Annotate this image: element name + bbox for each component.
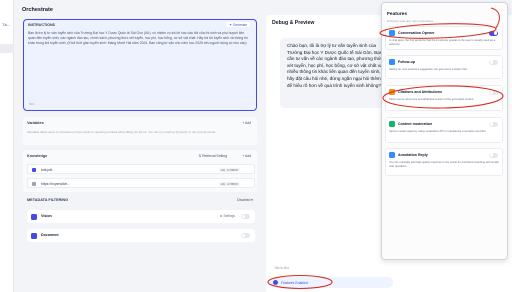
feature-card-annotation-reply[interactable]: Annotation Reply You can manually add hi… [385,148,503,176]
conversation-opener-toggle[interactable] [489,30,498,36]
variables-label: Variables [27,121,44,125]
feature-card-title: Content moderation [398,122,433,126]
knowledge-item-name: tuts.pdf... [41,167,55,172]
chat-message-text: Chào bạn, tôi là trợ lý tư vấn tuyển sin… [287,43,384,88]
knowledge-item[interactable]: tuts.pdf... HQ · HYBRID [27,164,255,174]
instructions-label: INSTRUCTIONS [28,23,55,27]
citations-toggle[interactable] [489,89,498,95]
quote-icon [389,89,395,95]
vision-feature-row: Vision ⚙ Settings [27,210,255,223]
knowledge-item-name: https://hoyenslich... [41,181,71,186]
file-icon [31,232,37,239]
knowledge-item[interactable]: https://hoyenslich... HQ · HYBRID [27,178,255,188]
chat-bubble-icon [389,30,395,36]
features-enabled-button[interactable]: Features Enabled [269,277,393,288]
shield-icon [389,121,395,127]
feature-card-title: Annotation Reply [398,153,428,157]
feature-card-description: You can manually add high-quality respon… [389,161,499,168]
document-feature-row: Document [27,229,255,242]
variables-description: Variables allow users to introduce promp… [27,130,217,134]
feature-card-citations[interactable]: Citations and Attributions Show source d… [385,85,503,111]
instructions-char-count: 500 [29,102,35,106]
message-check-icon [389,152,395,158]
sparkle-icon [273,280,278,285]
feature-card-content-moderation[interactable]: Content moderation Secure model output b… [385,117,503,143]
rail-selected-item[interactable] [0,44,14,53]
debug-title: Debug & Preview [272,20,315,26]
instructions-editor[interactable]: INSTRUCTIONS ✦ Generate Bạn là trợ lý tư… [23,19,257,111]
add-variable-button[interactable]: + Add [242,121,251,125]
document-toggle[interactable] [241,233,250,238]
feature-card-follow-up[interactable]: Follow-up Setting up next questions sugg… [385,55,503,79]
metadata-filtering-label: METADATA FILTERING [27,198,69,202]
vision-toggle[interactable] [241,214,250,219]
document-icon [32,168,36,172]
follow-up-toggle[interactable] [489,59,498,65]
feature-card-description: Secure model output by using moderation … [389,130,487,133]
feature-card-title: Conversation Opener [398,31,435,35]
left-rail: Tâ... [0,0,14,292]
feature-card-conversation-opener[interactable]: Conversation Opener In chat apps, the fi… [385,26,503,50]
features-subtitle: Enhance web app user experience [387,19,434,23]
page-title: Orchestrate [22,7,53,13]
features-enabled-label: Features Enabled [281,280,308,285]
retrieval-setting-button[interactable]: ⇅ Retrieval Setting [198,154,227,158]
talk-to-bot-label: Talk to Bot [274,266,289,270]
content-moderation-toggle[interactable] [489,121,498,127]
chat-message: Chào bạn, tôi là trợ lý tư vấn tuyển sin… [280,38,392,108]
knowledge-label: Knowledge [27,154,48,158]
generate-button[interactable]: ✦ Generate [226,22,250,27]
feature-card-description: Setting up next questions suggestion can… [389,68,468,71]
feature-card-title: Follow-up [398,60,415,64]
eye-icon [31,213,37,220]
metadata-filtering-select[interactable]: Disabled ▾ [237,198,253,202]
instructions-text[interactable]: Bạn là trợ lý tư vấn tuyển sinh của Trườ… [28,31,252,46]
link-icon [32,182,36,186]
knowledge-item-badge: HQ · HYBRID [218,181,240,186]
vision-label: Vision [41,214,52,218]
vision-settings-button[interactable]: ⚙ Settings [220,214,235,218]
feature-card-title: Citations and Attributions [398,90,442,94]
feature-card-description: In chat apps, the first sentence that th… [389,39,496,46]
metadata-filtering-row: METADATA FILTERING Disabled ▾ [23,196,257,206]
rail-label[interactable]: Tâ... [2,22,10,27]
add-knowledge-button[interactable]: + Add [242,154,251,158]
feature-card-description: Show source document and attributed sect… [389,98,475,101]
features-title: Features [387,12,407,17]
document-label: Document [41,233,59,237]
annotation-reply-toggle[interactable] [489,152,498,158]
follow-up-icon [389,59,395,65]
knowledge-item-badge: HQ · HYBRID [218,167,240,172]
variables-panel: Variables + Add Variables allow users to… [23,117,257,145]
